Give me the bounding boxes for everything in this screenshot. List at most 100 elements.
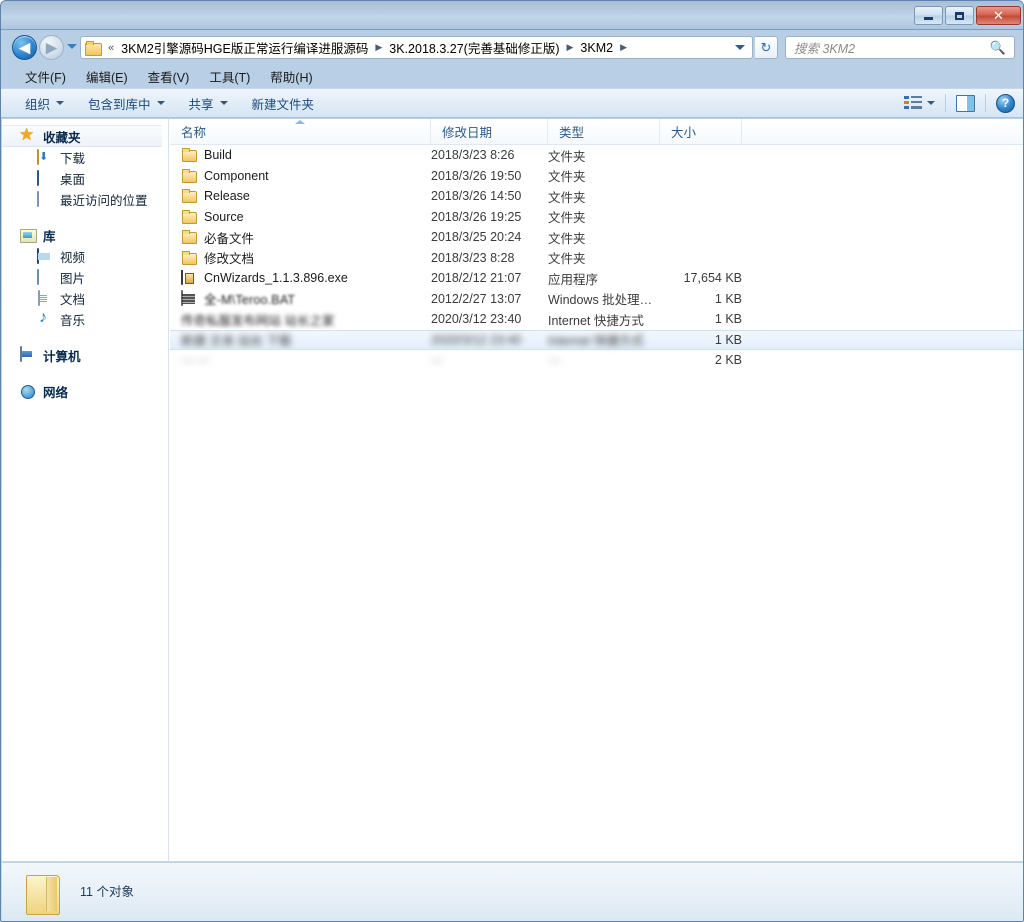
back-button[interactable]: ◀ [12,35,37,60]
file-date: 2018/3/26 19:25 [431,210,548,224]
sidebar-item-libraries[interactable]: 库 [2,224,168,246]
sidebar-label-pictures: 图片 [60,268,85,287]
column-header-row: 名称 修改日期 类型 大小 [170,119,1024,145]
view-dropdown-icon[interactable] [927,101,935,105]
sidebar-item-recent-places[interactable]: 最近访问的位置 [2,189,168,210]
menu-edit[interactable]: 编辑(E) [76,64,138,89]
sidebar-item-pictures[interactable]: 图片 [2,267,168,288]
file-name: Source [204,210,244,224]
toolbar-divider [985,94,986,112]
preview-pane-icon[interactable] [956,95,975,112]
navigation-pane: 收藏夹 下载 桌面 最近访问的位置 库 视频 [2,119,169,861]
table-row[interactable]: Build 2018/3/23 8:26 文件夹 [170,145,1024,166]
forward-button[interactable]: ▶ [39,35,64,60]
explorer-body: 收藏夹 下载 桌面 最近访问的位置 库 视频 [2,119,1024,861]
chevron-right-icon[interactable]: ▶ [371,42,386,53]
breadcrumb-overflow-chevron-icon[interactable]: « [104,42,118,54]
refresh-button[interactable]: ↻ [755,36,778,59]
file-name: CnWizards_1.1.3.896.exe [204,271,348,285]
menu-file[interactable]: 文件(F) [15,64,76,89]
close-button[interactable]: ✕ [976,6,1021,25]
file-name-cell: Build [170,147,428,163]
menu-tools[interactable]: 工具(T) [199,64,260,89]
column-header-date-label: 修改日期 [442,122,492,141]
menu-help[interactable]: 帮助(H) [260,64,322,89]
search-input[interactable]: 搜索 3KM2 [786,38,988,57]
menu-bar: 文件(F) 编辑(E) 查看(V) 工具(T) 帮助(H) [1,65,1024,88]
file-date: — [431,353,548,367]
sidebar-label-desktop: 桌面 [60,169,85,188]
sidebar-item-downloads[interactable]: 下载 [2,147,168,168]
history-dropdown-icon[interactable] [67,44,77,49]
chevron-right-icon[interactable]: ▶ [616,42,631,53]
table-row[interactable]: 必备文件 2018/3/25 20:24 文件夹 [170,227,1024,248]
search-box[interactable]: 搜索 3KM2 🔍 [785,36,1015,59]
file-name-cell: 新建 文本 站长 下载 [170,330,428,349]
sidebar-item-music[interactable]: 音乐 [2,309,168,330]
table-row[interactable]: 新建 文本 站长 下载 2020/3/12 23:40 Internet 快捷方… [170,330,1024,351]
address-bar-row: ◀ ▶ « 3KM2引擎源码HGE版正常运行编译进服源码 ▶ 3K.2018.3… [1,31,1024,64]
breadcrumb-item-2[interactable]: 3KM2 [577,39,616,57]
status-item-count: 11 个对象 [80,881,134,900]
file-rows: Build 2018/3/23 8:26 文件夹 Component 2018/… [170,145,1024,371]
sidebar-item-desktop[interactable]: 桌面 [2,168,168,189]
file-date: 2020/3/12 23:40 [431,312,548,326]
pictures-icon [37,269,39,285]
chevron-right-icon[interactable]: ▶ [563,42,578,53]
table-row[interactable]: Component 2018/3/26 19:50 文件夹 [170,166,1024,187]
maximize-button[interactable] [945,6,974,25]
address-breadcrumb-bar[interactable]: « 3KM2引擎源码HGE版正常运行编译进服源码 ▶ 3K.2018.3.27(… [80,36,753,59]
column-header-type[interactable]: 类型 [548,119,660,144]
sidebar-item-computer[interactable]: 计算机 [2,344,168,366]
table-row[interactable]: Source 2018/3/26 19:25 文件夹 [170,207,1024,228]
help-icon[interactable]: ? [996,94,1015,113]
file-name: Release [204,189,250,203]
sidebar-item-documents[interactable]: 文档 [2,288,168,309]
title-bar: ✕ [1,1,1024,30]
command-toolbar: 组织 包含到库中 共享 新建文件夹 ? [1,88,1024,118]
exe-icon [181,270,183,285]
table-row[interactable]: 修改文档 2018/3/23 8:28 文件夹 [170,248,1024,269]
file-size: 1 KB [620,312,742,326]
folder-icon [181,250,197,266]
help-glyph: ? [1002,96,1009,110]
breadcrumb-item-1[interactable]: 3K.2018.3.27(完善基础修正版) [386,36,562,59]
view-list-icon[interactable] [903,94,923,112]
address-dropdown-icon[interactable] [735,45,745,50]
toolbar-include-in-library[interactable]: 包含到库中 [80,90,173,117]
sidebar-label-music: 音乐 [60,310,85,329]
table-row[interactable]: 传奇私服发布网站 站长之家 2020/3/12 23:40 Internet 快… [170,309,1024,330]
chevron-down-icon [220,101,228,105]
table-row[interactable]: CnWizards_1.1.3.896.exe 2018/2/12 21:07 … [170,268,1024,289]
back-arrow-icon: ◀ [19,40,31,55]
file-type: 文件夹 [548,248,660,267]
breadcrumb-item-0[interactable]: 3KM2引擎源码HGE版正常运行编译进服源码 [118,36,371,59]
column-header-size[interactable]: 大小 [660,119,742,144]
toolbar-organize[interactable]: 组织 [17,90,72,117]
sidebar-item-network[interactable]: 网络 [2,380,168,402]
toolbar-new-folder[interactable]: 新建文件夹 [244,90,323,117]
folder-icon [181,209,197,225]
file-name-cell: 必备文件 [170,228,428,247]
column-header-name[interactable]: 名称 [170,119,431,144]
file-name: 修改文档 [204,248,254,267]
file-name: Component [204,169,269,183]
sidebar-item-videos[interactable]: 视频 [2,246,168,267]
file-name: 新建 文本 站长 下载 [181,330,291,349]
table-row[interactable]: 全-M\Teroo.BAT 2012/2/27 13:07 Windows 批处… [170,289,1024,310]
sidebar-label-downloads: 下载 [60,148,85,167]
sidebar-item-favorites[interactable]: 收藏夹 [2,125,162,147]
sidebar-label-videos: 视频 [60,247,85,266]
sidebar-label-favorites: 收藏夹 [43,127,81,146]
toolbar-share[interactable]: 共享 [181,90,236,117]
minimize-button[interactable] [914,6,943,25]
table-row[interactable]: Release 2018/3/26 14:50 文件夹 [170,186,1024,207]
toolbar-include-in-library-label: 包含到库中 [88,94,151,113]
file-type: 文件夹 [548,207,660,226]
column-header-date-modified[interactable]: 修改日期 [431,119,548,144]
menu-view[interactable]: 查看(V) [138,64,200,89]
forward-arrow-icon: ▶ [46,40,58,55]
window-controls: ✕ [914,6,1021,25]
table-row[interactable]: — — — — 2 KB [170,350,1024,371]
recent-places-icon [37,191,39,207]
